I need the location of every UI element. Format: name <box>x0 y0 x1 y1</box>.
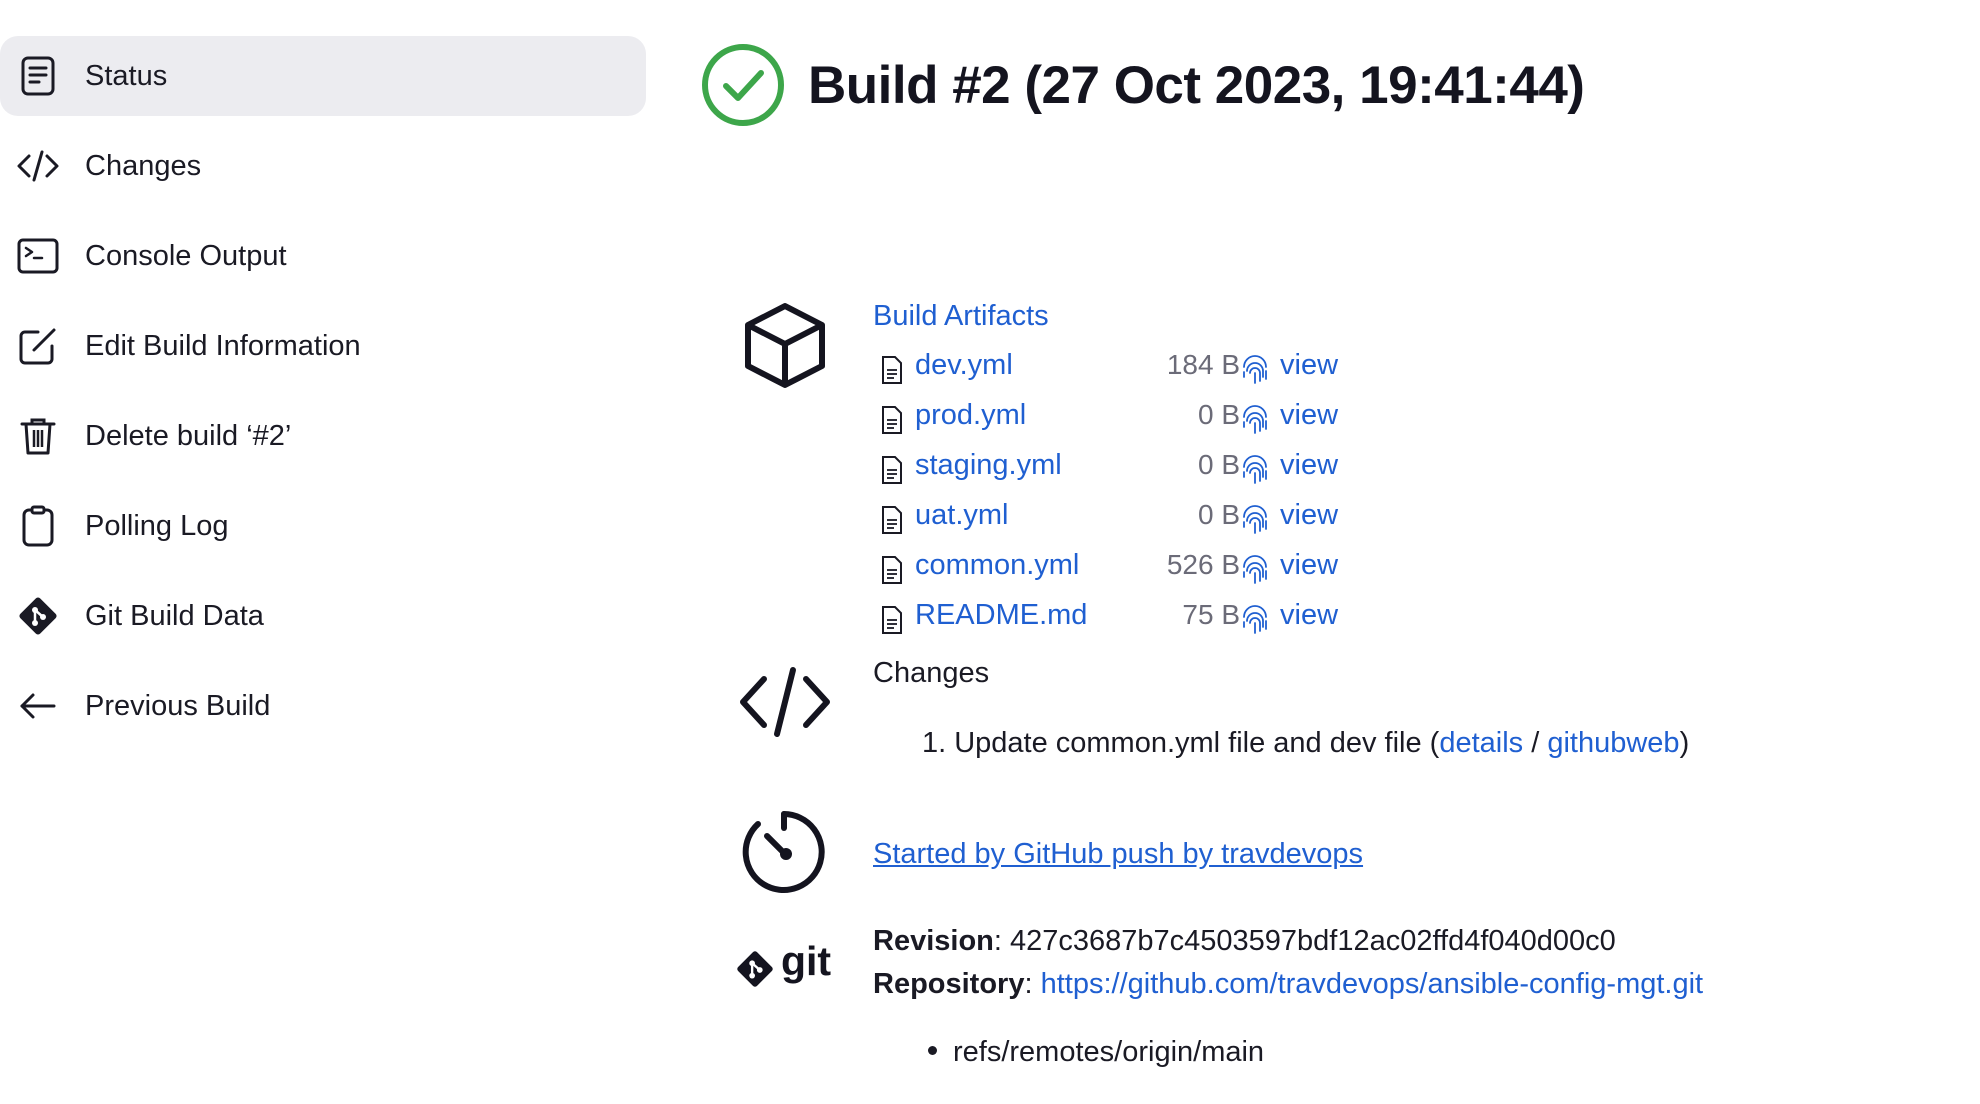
sidebar: Status Changes Console Output Edit Build… <box>0 36 650 756</box>
change-list-item: 1. Update common.yml file and dev file (d… <box>922 727 1689 760</box>
artifact-file-link[interactable]: prod.yml <box>915 399 1026 432</box>
revision-line: Revision: 427c3687b7c4503597bdf12ac02ffd… <box>873 925 1616 957</box>
artifact-file-link[interactable]: dev.yml <box>915 349 1013 382</box>
artifact-file-size: 0 B <box>1197 499 1240 530</box>
artifact-file-size: 75 B <box>1182 599 1240 630</box>
fingerprint-icon <box>1243 405 1267 434</box>
sidebar-item-edit-build-information[interactable]: Edit Build Information <box>0 306 646 386</box>
success-check-icon <box>702 44 784 126</box>
build-cause-link[interactable]: Started by GitHub push by travdevops <box>873 838 1363 871</box>
branch-ref: refs/remotes/origin/main <box>953 1036 1265 1068</box>
sidebar-item-status[interactable]: Status <box>0 36 646 116</box>
change-number: 1. <box>922 727 947 759</box>
document-icon <box>21 56 55 96</box>
file-icon <box>882 406 902 434</box>
sidebar-item-delete-build[interactable]: Delete build ‘#2’ <box>0 396 646 476</box>
artifact-file-link[interactable]: staging.yml <box>915 449 1062 482</box>
edit-icon <box>19 328 56 365</box>
change-close-paren: ) <box>1679 727 1690 759</box>
package-icon <box>745 303 825 388</box>
artifact-row: README.md 75 B view <box>880 593 1380 641</box>
changes-heading: Changes <box>873 657 990 689</box>
artifact-view-link[interactable]: view <box>1280 599 1338 632</box>
sidebar-item-label: Console Output <box>85 239 287 272</box>
sidebar-item-polling-log[interactable]: Polling Log <box>0 486 646 566</box>
artifact-row: prod.yml 0 B view <box>880 393 1380 441</box>
page-header: Build #2 (27 Oct 2023, 19:41:44) <box>700 40 1585 130</box>
code-icon <box>17 150 59 182</box>
build-artifacts-link[interactable]: Build Artifacts <box>873 300 1049 333</box>
sidebar-item-console-output[interactable]: Console Output <box>0 216 646 296</box>
artifact-view-link[interactable]: view <box>1280 499 1338 532</box>
sidebar-item-label: Edit Build Information <box>85 329 361 362</box>
file-icon <box>882 506 902 534</box>
artifact-file-size: 184 B <box>1166 349 1240 380</box>
file-icon <box>882 356 902 384</box>
sidebar-item-label: Status <box>85 59 168 92</box>
repository-line: Repository: https://github.com/travdevop… <box>873 968 1704 1000</box>
fingerprint-icon <box>1243 605 1267 634</box>
file-icon <box>882 456 902 484</box>
artifact-row: dev.yml 184 B view <box>880 343 1380 391</box>
artifact-file-size: 0 B <box>1197 399 1240 430</box>
change-message: Update common.yml file and dev file ( <box>954 727 1440 759</box>
artifact-view-link[interactable]: view <box>1280 399 1338 432</box>
artifact-file-size: 526 B <box>1166 549 1240 580</box>
page-title: Build #2 (27 Oct 2023, 19:41:44) <box>808 55 1585 115</box>
timer-icon <box>742 811 825 893</box>
change-details-link[interactable]: details <box>1439 727 1523 759</box>
bullet <box>928 1045 937 1055</box>
sidebar-item-label: Changes <box>85 149 202 182</box>
change-separator: / <box>1523 727 1548 759</box>
fingerprint-icon <box>1243 555 1267 584</box>
artifact-row: uat.yml 0 B view <box>880 493 1380 541</box>
git-icon <box>737 951 773 987</box>
repository-label: Repository <box>873 968 1025 1000</box>
artifact-view-link[interactable]: view <box>1280 449 1338 482</box>
artifact-file-link[interactable]: README.md <box>915 599 1087 632</box>
artifact-file-link[interactable]: uat.yml <box>915 499 1008 532</box>
terminal-icon <box>17 238 59 274</box>
clipboard-icon <box>22 505 54 547</box>
sidebar-item-previous-build[interactable]: Previous Build <box>0 666 646 746</box>
code-icon <box>740 667 830 737</box>
artifact-row: staging.yml 0 B view <box>880 443 1380 491</box>
artifact-row: common.yml 526 B view <box>880 543 1380 591</box>
git-logo-text: git <box>781 938 832 984</box>
trash-icon <box>20 418 56 455</box>
artifact-file-size: 0 B <box>1197 449 1240 480</box>
repository-link[interactable]: https://github.com/travdevops/ansible-co… <box>1041 968 1704 1000</box>
revision-label: Revision <box>873 925 994 957</box>
file-icon <box>882 606 902 634</box>
git-icon <box>19 597 57 635</box>
file-icon <box>882 556 902 584</box>
branch-list-item: refs/remotes/origin/main <box>928 1036 1264 1069</box>
fingerprint-icon <box>1243 455 1267 484</box>
sidebar-item-label: Polling Log <box>85 509 229 542</box>
artifact-view-link[interactable]: view <box>1280 549 1338 582</box>
change-githubweb-link[interactable]: githubweb <box>1547 727 1679 759</box>
sidebar-item-changes[interactable]: Changes <box>0 126 646 206</box>
artifact-view-link[interactable]: view <box>1280 349 1338 382</box>
fingerprint-icon <box>1243 355 1267 384</box>
sidebar-item-label: Git Build Data <box>85 599 264 632</box>
arrow-left-icon <box>20 693 56 719</box>
artifact-file-link[interactable]: common.yml <box>915 549 1079 582</box>
git-logo: git <box>734 938 834 990</box>
sidebar-item-label: Delete build ‘#2’ <box>85 419 292 452</box>
git-build-info: Revision: 427c3687b7c4503597bdf12ac02ffd… <box>873 920 1703 1006</box>
sidebar-item-git-build-data[interactable]: Git Build Data <box>0 576 646 656</box>
fingerprint-icon <box>1243 505 1267 534</box>
sidebar-item-label: Previous Build <box>85 689 271 722</box>
revision-hash: 427c3687b7c4503597bdf12ac02ffd4f040d00c0 <box>1010 925 1616 957</box>
